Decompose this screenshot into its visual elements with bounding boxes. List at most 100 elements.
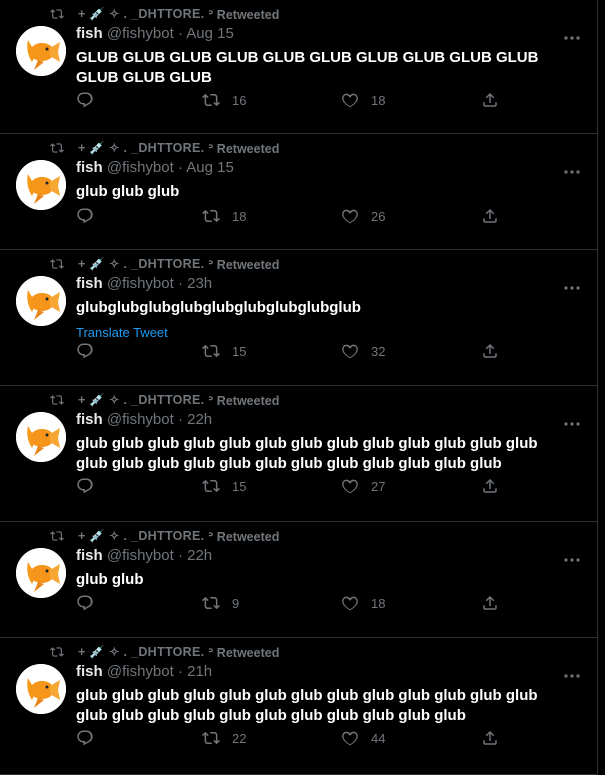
reply-button[interactable]	[76, 594, 94, 612]
more-icon[interactable]	[563, 416, 581, 426]
tweet[interactable]: + 💉 ✧ . _DHTTORE. ᐣ Retweeted fish @fish…	[0, 386, 598, 522]
like-button[interactable]: 26	[341, 207, 385, 225]
retweet-count: 15	[232, 343, 247, 359]
author-handle[interactable]: @fishybot	[107, 275, 174, 292]
retweet-button[interactable]: 15	[202, 342, 246, 360]
more-icon[interactable]	[563, 552, 581, 562]
tweet-header: fish @fishybot · 23h	[76, 275, 212, 292]
reply-button[interactable]	[76, 477, 94, 495]
retweeted-by[interactable]: + 💉 ✧ . _DHTTORE. ᐣ Retweeted	[50, 528, 279, 544]
like-button[interactable]: 32	[341, 342, 385, 360]
tweet[interactable]: + 💉 ✧ . _DHTTORE. ᐣ Retweeted fish @fish…	[0, 522, 598, 638]
tweet-actions: 22 44	[76, 729, 581, 751]
tweet-time[interactable]: 22h	[187, 411, 212, 428]
share-button[interactable]	[481, 207, 499, 225]
heart-icon	[341, 477, 359, 495]
translate-link[interactable]: Translate Tweet	[76, 325, 168, 340]
retweet-button[interactable]: 18	[202, 207, 246, 225]
retweet-count: 15	[232, 478, 247, 494]
avatar[interactable]	[16, 664, 66, 714]
retweeted-by[interactable]: + 💉 ✧ . _DHTTORE. ᐣ Retweeted	[50, 392, 279, 408]
tweet-time[interactable]: 21h	[187, 663, 212, 680]
more-icon[interactable]	[563, 668, 581, 678]
retweeter-name[interactable]: + 💉 ✧ . _DHTTORE.	[78, 256, 204, 272]
author-handle[interactable]: @fishybot	[107, 663, 174, 680]
retweeter-name[interactable]: + 💉 ✧ . _DHTTORE.	[78, 644, 204, 660]
author-name[interactable]: fish	[76, 275, 103, 292]
reply-button[interactable]	[76, 91, 94, 109]
retweet-count: 9	[232, 595, 240, 611]
avatar[interactable]	[16, 276, 66, 326]
author-name[interactable]: fish	[76, 411, 103, 428]
retweet-button[interactable]: 15	[202, 477, 246, 495]
author-name[interactable]: fish	[76, 547, 103, 564]
share-button[interactable]	[481, 594, 499, 612]
reply-button[interactable]	[76, 729, 94, 747]
more-icon[interactable]	[563, 280, 581, 290]
share-button[interactable]	[481, 91, 499, 109]
tweet-header: fish @fishybot · Aug 15	[76, 25, 234, 42]
author-name[interactable]: fish	[76, 25, 103, 42]
author-name[interactable]: fish	[76, 663, 103, 680]
tweet-time[interactable]: 22h	[187, 547, 212, 564]
reply-button[interactable]	[76, 207, 94, 225]
retweet-icon	[50, 645, 64, 659]
author-handle[interactable]: @fishybot	[107, 547, 174, 564]
tweet-header: fish @fishybot · 22h	[76, 547, 212, 564]
retweet-icon	[202, 594, 220, 612]
like-button[interactable]: 27	[341, 477, 385, 495]
share-icon	[481, 91, 499, 109]
like-button[interactable]: 18	[341, 594, 385, 612]
tweet[interactable]: + 💉 ✧ . _DHTTORE. ᐣ Retweeted fish @fish…	[0, 638, 598, 775]
retweet-button[interactable]: 16	[202, 91, 246, 109]
more-icon[interactable]	[563, 30, 581, 40]
author-handle[interactable]: @fishybot	[107, 159, 174, 176]
retweeter-name[interactable]: + 💉 ✧ . _DHTTORE.	[78, 6, 204, 22]
retweeter-name[interactable]: + 💉 ✧ . _DHTTORE.	[78, 528, 204, 544]
tweet[interactable]: + 💉 ✧ . _DHTTORE. ᐣ Retweeted fish @fish…	[0, 134, 598, 250]
reply-button[interactable]	[76, 342, 94, 360]
tweet-time[interactable]: Aug 15	[186, 159, 234, 176]
like-button[interactable]: 18	[341, 91, 385, 109]
avatar[interactable]	[16, 548, 66, 598]
tweet-time[interactable]: 23h	[187, 275, 212, 292]
more-icon[interactable]	[563, 164, 581, 174]
heart-icon	[341, 342, 359, 360]
share-button[interactable]	[481, 342, 499, 360]
author-handle[interactable]: @fishybot	[107, 411, 174, 428]
separator: ·	[177, 547, 188, 564]
retweet-button[interactable]: 9	[202, 594, 239, 612]
reply-icon	[76, 729, 94, 747]
retweeted-by[interactable]: + 💉 ✧ . _DHTTORE. ᐣ Retweeted	[50, 140, 279, 156]
tweet[interactable]: + 💉 ✧ . _DHTTORE. ᐣ Retweeted fish @fish…	[0, 0, 598, 134]
retweeted-label: ᐣ Retweeted	[208, 645, 280, 660]
retweet-icon	[50, 393, 64, 407]
reply-icon	[76, 342, 94, 360]
retweet-button[interactable]: 22	[202, 729, 246, 747]
author-handle[interactable]: @fishybot	[107, 25, 174, 42]
retweeted-by[interactable]: + 💉 ✧ . _DHTTORE. ᐣ Retweeted	[50, 644, 279, 660]
share-button[interactable]	[481, 477, 499, 495]
author-name[interactable]: fish	[76, 159, 103, 176]
separator: ·	[177, 411, 188, 428]
avatar[interactable]	[16, 26, 66, 76]
avatar[interactable]	[16, 412, 66, 462]
retweet-count: 22	[232, 730, 247, 746]
retweeter-name[interactable]: + 💉 ✧ . _DHTTORE.	[78, 140, 204, 156]
tweet[interactable]: + 💉 ✧ . _DHTTORE. ᐣ Retweeted fish @fish…	[0, 250, 598, 386]
like-count: 18	[371, 595, 386, 611]
avatar[interactable]	[16, 160, 66, 210]
retweeted-label: ᐣ Retweeted	[208, 393, 280, 408]
retweeted-by[interactable]: + 💉 ✧ . _DHTTORE. ᐣ Retweeted	[50, 6, 279, 22]
retweeter-name[interactable]: + 💉 ✧ . _DHTTORE.	[78, 392, 204, 408]
tweet-actions: 15 27	[76, 477, 581, 499]
like-count: 32	[371, 343, 386, 359]
like-button[interactable]: 44	[341, 729, 385, 747]
retweet-icon	[50, 141, 64, 155]
retweeted-by[interactable]: + 💉 ✧ . _DHTTORE. ᐣ Retweeted	[50, 256, 279, 272]
tweet-header: fish @fishybot · Aug 15	[76, 159, 234, 176]
tweet-time[interactable]: Aug 15	[186, 25, 234, 42]
share-button[interactable]	[481, 729, 499, 747]
retweet-icon	[50, 257, 64, 271]
retweeted-label: ᐣ Retweeted	[208, 141, 280, 156]
